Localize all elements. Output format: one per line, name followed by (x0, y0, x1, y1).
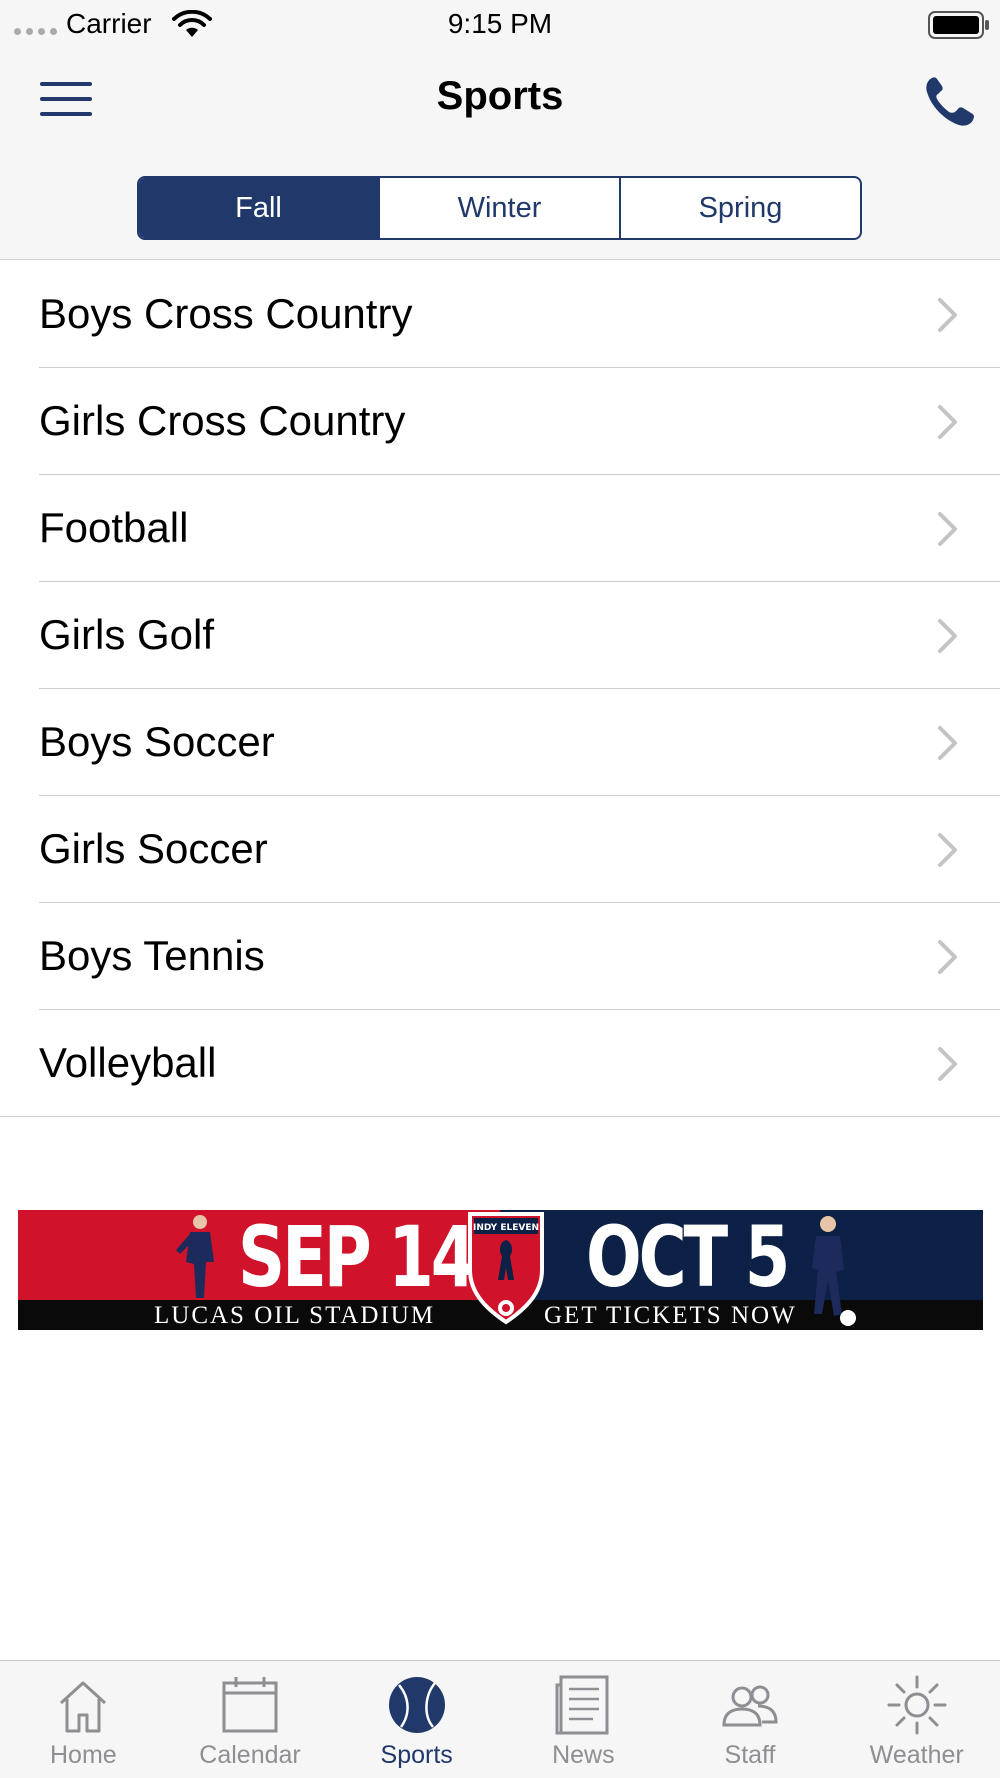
tab-weather[interactable]: Weather (833, 1661, 1000, 1778)
list-item[interactable]: Volleyball (0, 1010, 1000, 1117)
list-item[interactable]: Girls Soccer (0, 796, 1000, 903)
list-item[interactable]: Boys Soccer (0, 689, 1000, 796)
tab-bar: Home Calendar Sports News Staff Weather (0, 1660, 1000, 1778)
chevron-right-icon (938, 405, 957, 439)
sport-name: Boys Cross Country (39, 290, 413, 337)
ad-venue-text: LUCAS OIL STADIUM (154, 1302, 436, 1329)
chevron-right-icon (938, 512, 957, 546)
sport-name: Football (39, 504, 189, 551)
page-title: Sports (436, 74, 564, 118)
sports-ball-icon (388, 1677, 445, 1733)
chevron-right-icon (938, 1047, 957, 1081)
ad-date-right: OCT 5 (586, 1210, 790, 1306)
chevron-right-icon (938, 940, 957, 974)
list-item[interactable]: Girls Cross Country (0, 368, 1000, 475)
ad-banner[interactable]: SEP 14 INDY ELEVEN OCT 5 LUCAS OIL STADI… (18, 1210, 983, 1330)
battery-icon (928, 11, 989, 39)
sport-name: Boys Soccer (39, 718, 275, 765)
list-item[interactable]: Football (0, 475, 1000, 582)
crest-name: INDY ELEVEN (473, 1223, 539, 1233)
news-icon (555, 1675, 609, 1735)
status-time: 9:15 PM (447, 8, 553, 39)
player-image-left (176, 1215, 214, 1298)
navigation-bar: Sports (0, 50, 1000, 154)
chevron-right-icon (938, 833, 957, 867)
ad-cta-text: GET TICKETS NOW (544, 1302, 797, 1329)
home-icon (60, 1681, 107, 1733)
tab-label: Staff (724, 1741, 776, 1769)
chevron-right-icon (938, 298, 957, 332)
tab-staff[interactable]: Staff (667, 1661, 834, 1778)
list-item[interactable]: Girls Golf (0, 582, 1000, 689)
tab-label: News (552, 1741, 615, 1769)
calendar-icon (222, 1677, 278, 1733)
status-bar: Carrier 9:15 PM (0, 0, 1000, 50)
sport-name: Girls Golf (39, 611, 215, 658)
tab-sports[interactable]: Sports (333, 1661, 500, 1778)
chevron-right-icon (938, 726, 957, 760)
sport-name: Boys Tennis (39, 932, 265, 979)
tab-label: Home (49, 1741, 117, 1769)
player-image-right (812, 1216, 856, 1326)
chevron-right-icon (938, 619, 957, 653)
segment-winter[interactable]: Winter (380, 178, 621, 238)
ad-date-left: SEP 14 (238, 1210, 476, 1306)
list-item[interactable]: Boys Tennis (0, 903, 1000, 1010)
tab-label: Weather (869, 1741, 964, 1769)
sport-name: Girls Cross Country (39, 397, 406, 444)
tab-label: Sports (380, 1741, 453, 1769)
segment-fall[interactable]: Fall (139, 178, 380, 238)
sport-name: Volleyball (39, 1039, 217, 1086)
tab-home[interactable]: Home (0, 1661, 167, 1778)
sport-name: Girls Soccer (39, 825, 268, 872)
segment-spring[interactable]: Spring (621, 178, 860, 238)
indy-eleven-crest-icon: INDY ELEVEN (468, 1212, 544, 1325)
phone-icon[interactable] (922, 74, 978, 130)
tab-calendar[interactable]: Calendar (167, 1661, 334, 1778)
list-item[interactable]: Boys Cross Country (0, 261, 1000, 368)
season-selector-area: Fall Winter Spring (0, 154, 1000, 260)
sports-list: Boys Cross Country Girls Cross Country F… (0, 261, 1000, 1117)
tab-news[interactable]: News (500, 1661, 667, 1778)
staff-icon (722, 1685, 778, 1727)
season-segmented-control: Fall Winter Spring (137, 176, 862, 240)
tab-label: Calendar (199, 1741, 301, 1769)
weather-sun-icon (887, 1675, 947, 1735)
